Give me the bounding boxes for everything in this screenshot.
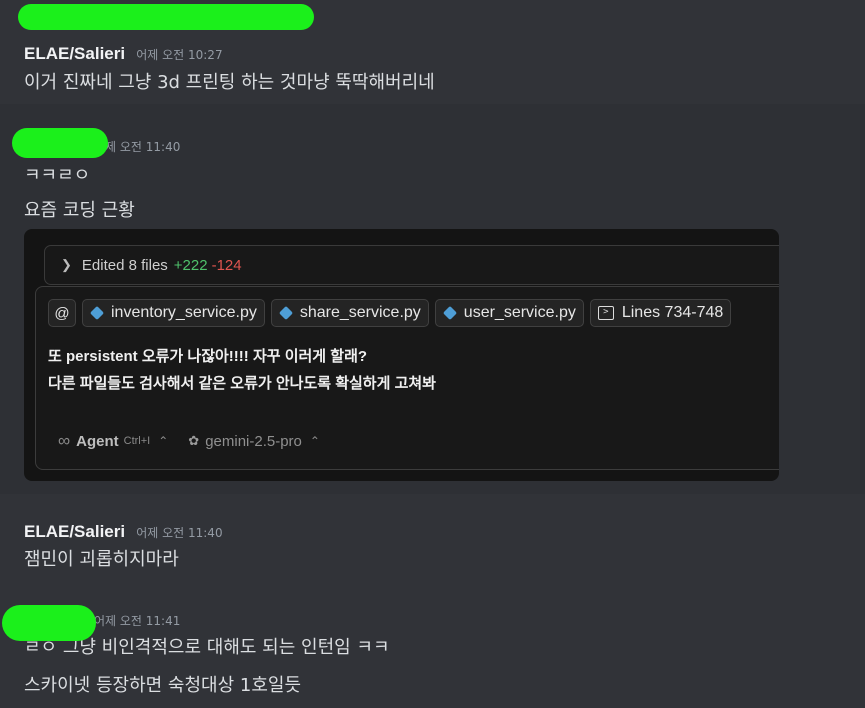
lines-chip-label: Lines 734-748 (621, 304, 724, 321)
edited-files-bar[interactable]: ❯ Edited 8 files +222 -124 (44, 245, 779, 285)
message-timestamp[interactable]: 어제 오전 11:41 (94, 614, 180, 628)
terminal-icon: > (597, 306, 614, 320)
message-timestamp[interactable]: 어제 오전 10:27 (136, 48, 222, 62)
chevron-up-icon[interactable]: ⌃ (310, 434, 320, 448)
message-author[interactable]: ELAE/Salieri (24, 522, 125, 541)
mention-chip[interactable]: @ (48, 299, 76, 327)
message-group: ELAE/Salieri 어제 오전 11:40 잼민이 괴롭히지마라 (0, 500, 865, 580)
model-selector[interactable]: gemini-2.5-pro (205, 433, 302, 450)
agent-mode-button[interactable]: Agent (76, 433, 119, 450)
file-chip-label: inventory_service.py (111, 304, 257, 321)
composer-box: @ inventory_service.py share_service.py … (35, 286, 779, 470)
at-icon: @ (54, 304, 70, 322)
agent-shortcut: Ctrl+I (123, 435, 151, 447)
lines-chip[interactable]: > Lines 734-748 (589, 299, 732, 327)
edited-files-label: Edited 8 files (81, 256, 168, 274)
message-text: 잼민이 괴롭히지마라 (24, 549, 179, 570)
message-timestamp[interactable]: 어제 오전 11:40 (136, 526, 222, 540)
chat-viewport: ELAE/Salieri 어제 오전 10:27 이거 진짜네 그냥 3d 프린… (0, 0, 865, 708)
message-text: 스카이넷 등장하면 숙청대상 1호일듯 (24, 675, 302, 696)
file-chip-label: share_service.py (299, 304, 421, 321)
python-file-icon (89, 305, 105, 321)
python-file-icon (442, 305, 457, 321)
file-chip[interactable]: inventory_service.py (82, 299, 265, 327)
brain-icon: ✿ (188, 433, 200, 448)
chevron-right-icon: ❯ (61, 257, 72, 272)
lines-removed: -124 (211, 256, 242, 274)
redaction-mark (2, 605, 96, 641)
file-chip-label: user_service.py (463, 304, 576, 321)
chevron-up-icon[interactable]: ⌃ (158, 434, 168, 448)
redaction-mark (18, 4, 314, 30)
context-chips: @ inventory_service.py share_service.py … (48, 299, 732, 327)
prompt-text: 또 persistent 오류가 나잖아!!!! 자꾸 이러게 할래? (48, 348, 368, 365)
lines-added: +222 (173, 256, 208, 274)
message-author[interactable]: ELAE/Salieri (24, 44, 125, 63)
file-chip[interactable]: user_service.py (434, 299, 584, 327)
mode-row: ∞ Agent Ctrl+I ⌃ ✿ gemini-2.5-pro ⌃ (58, 431, 320, 451)
python-file-icon (278, 305, 293, 321)
message-text: 이거 진짜네 그냥 3d 프린팅 하는 것마냥 뚝딱해버리네 (24, 72, 435, 93)
prompt-text: 다른 파일들도 검사해서 같은 오류가 안나도록 확실하게 고쳐봐 (48, 375, 436, 392)
file-chip[interactable]: share_service.py (270, 299, 429, 327)
message-group: 어제 오전 11:41 ㄹㅇ 그냥 비인격적으로 대해도 되는 인턴임 ㅋㅋ 스… (0, 598, 865, 708)
redaction-mark (12, 128, 108, 158)
message-group: ELAE/Salieri 어제 오전 10:27 이거 진짜네 그냥 3d 프린… (0, 32, 865, 100)
message-text: ㅋㅋㄹㅇ (24, 165, 91, 186)
attached-image[interactable]: ❯ Edited 8 files +222 -124 @ inventory_s… (24, 229, 779, 481)
message-text: 요즘 코딩 근황 (24, 200, 135, 221)
infinity-icon: ∞ (58, 431, 71, 450)
